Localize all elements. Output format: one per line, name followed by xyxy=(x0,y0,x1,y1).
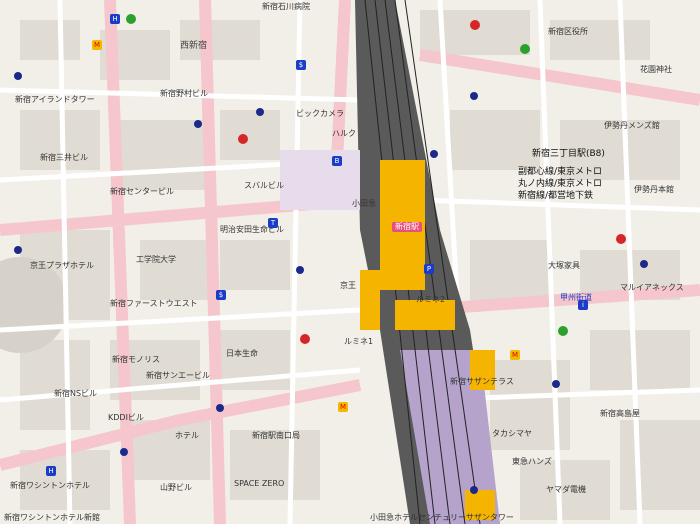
map-label: 新宿ワシントンホテル xyxy=(10,481,90,490)
hotel-icon[interactable]: H xyxy=(46,466,56,476)
location-pin[interactable] xyxy=(120,448,128,456)
location-pin[interactable] xyxy=(14,246,22,254)
map-label: ルミネ2 xyxy=(416,295,446,304)
map-label: 小田急ホテルセンチュリーサザンタワー xyxy=(370,513,514,522)
post-office-icon[interactable] xyxy=(238,134,248,144)
location-pin[interactable] xyxy=(552,380,560,388)
west-plaza xyxy=(280,150,360,210)
map-label: 新宿サンエービル xyxy=(146,371,210,380)
line-label: 新宿線/都営地下鉄 xyxy=(518,191,594,201)
map-label: 新宿石川病院 xyxy=(262,2,310,11)
map-label: ハルク xyxy=(332,129,356,138)
location-pin[interactable] xyxy=(640,260,648,268)
map-label: KDDIビル xyxy=(108,413,144,422)
hospital-icon[interactable] xyxy=(616,234,626,244)
map-base-layer xyxy=(0,0,700,524)
map-label: 新宿区役所 xyxy=(548,27,588,36)
map-label: マルイアネックス xyxy=(620,283,684,292)
map-label: 大塚家具 xyxy=(548,261,580,270)
map-label: SPACE ZERO xyxy=(234,479,285,488)
bus-stop-icon[interactable]: B xyxy=(332,156,342,166)
location-pin[interactable] xyxy=(194,120,202,128)
map-label: ルミネ1 xyxy=(344,337,374,346)
food-icon[interactable]: M xyxy=(510,350,520,360)
restaurant-icon[interactable]: M xyxy=(92,40,102,50)
location-pin[interactable] xyxy=(470,486,478,494)
restaurant-icon[interactable] xyxy=(300,334,310,344)
map-label: 日本生命 xyxy=(226,349,258,358)
map-label: 新宿アイランドタワー xyxy=(15,95,95,104)
shopping-icon[interactable] xyxy=(558,326,568,336)
map-label: 東急ハンズ xyxy=(512,457,552,466)
location-pin[interactable] xyxy=(256,108,264,116)
cafe-icon[interactable]: M xyxy=(338,402,348,412)
map-label: 伊勢丹メンズ館 xyxy=(604,121,660,130)
parking-icon[interactable]: P xyxy=(424,264,434,274)
map-label: 新宿野村ビル xyxy=(160,89,208,98)
map-label: 新宿三井ビル xyxy=(40,153,88,162)
map-label: 新宿ワシントンホテル新館 xyxy=(4,513,100,522)
map-canvas[interactable]: 新宿石川病院 西新宿 新宿区役所 花園神社 新宿アイランドタワー 新宿野村ビル … xyxy=(0,0,700,524)
map-label: スバルビル xyxy=(244,181,284,190)
map-label: ヤマダ電機 xyxy=(546,485,586,494)
convenience-store-icon[interactable] xyxy=(126,14,136,24)
location-pin[interactable] xyxy=(216,404,224,412)
map-label: 花園神社 xyxy=(640,65,672,74)
map-label: 工学院大学 xyxy=(136,255,176,264)
map-label: 新宿モノリス xyxy=(112,355,160,364)
location-pin[interactable] xyxy=(14,72,22,80)
location-pin[interactable] xyxy=(430,150,438,158)
map-label: 西新宿 xyxy=(180,41,208,51)
landmark-icon[interactable] xyxy=(470,20,480,30)
map-label: 伊勢丹本館 xyxy=(634,185,674,194)
line-label: 丸ノ内線/東京メトロ xyxy=(518,179,603,189)
map-label: 新宿サザンテラス xyxy=(450,377,514,386)
location-pin[interactable] xyxy=(296,266,304,274)
map-label: ホテル xyxy=(175,431,199,440)
map-label: 新宿センタービル xyxy=(110,187,174,196)
map-label: 小田急 xyxy=(352,199,376,208)
location-pin[interactable] xyxy=(470,92,478,100)
map-label: 新宿駅南口局 xyxy=(252,431,300,440)
map-label: 新宿NSビル xyxy=(54,389,98,398)
map-label: 新宿ファーストウエスト xyxy=(110,299,198,308)
info-icon[interactable]: i xyxy=(578,300,588,310)
map-label: 京王プラザホテル xyxy=(30,261,94,270)
hotel-icon[interactable]: H xyxy=(110,14,120,24)
map-label: ビックカメラ xyxy=(296,109,344,118)
line-label: 副都心線/東京メトロ xyxy=(518,167,603,177)
atm-icon[interactable]: $ xyxy=(296,60,306,70)
station-label[interactable]: 新宿駅 xyxy=(392,222,422,232)
station-name-label: 新宿三丁目駅(B8) xyxy=(532,149,605,159)
taxi-icon[interactable]: T xyxy=(268,218,278,228)
map-label: 新宿高島屋 xyxy=(600,409,640,418)
bank-icon[interactable]: $ xyxy=(216,290,226,300)
map-label: 京王 xyxy=(340,281,356,290)
map-label: 山野ビル xyxy=(160,483,192,492)
convenience-store-icon[interactable] xyxy=(520,44,530,54)
map-label: タカシマヤ xyxy=(492,429,532,438)
